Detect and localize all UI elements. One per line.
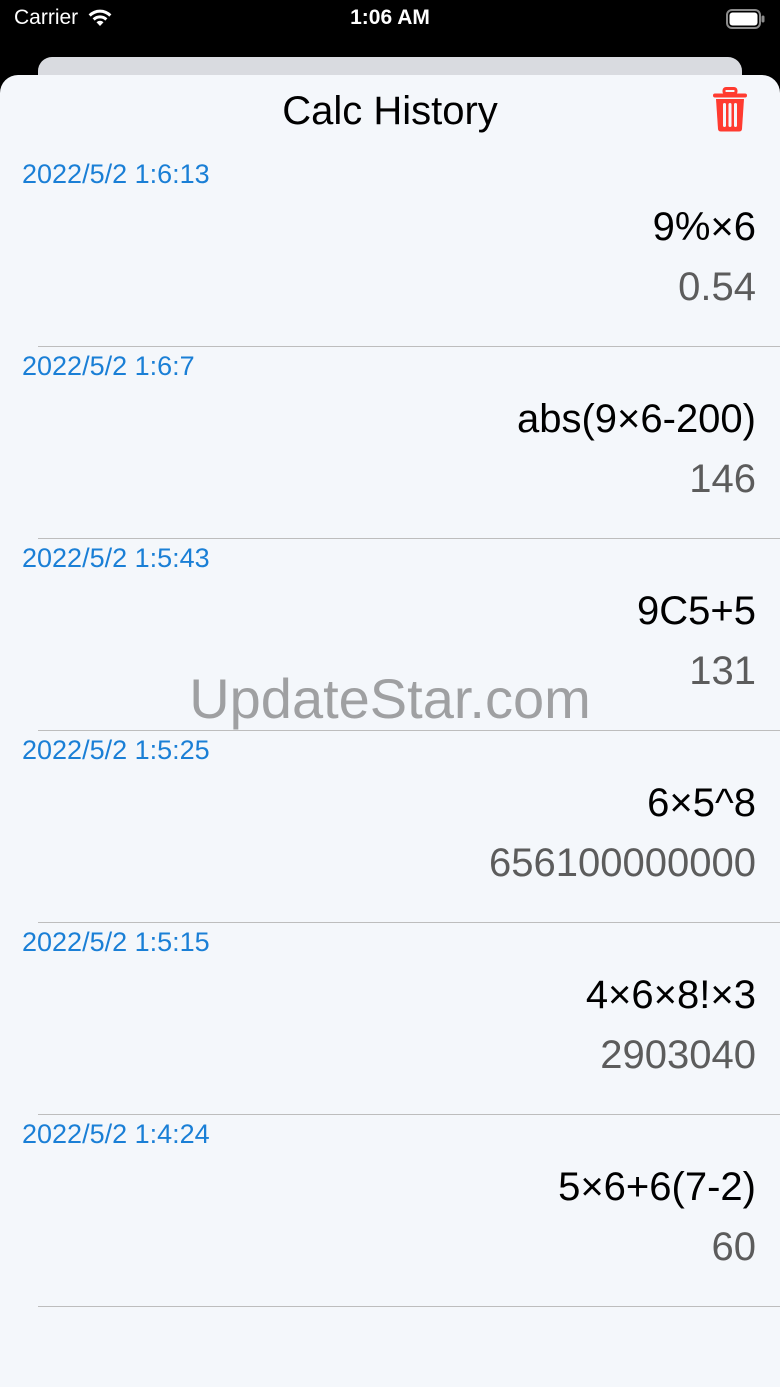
- history-result: 656100000000: [489, 841, 756, 885]
- history-sheet: Calc History 2022/5/2 1:6:13 9%×6 0.54 2…: [0, 75, 780, 1387]
- page-title: Calc History: [282, 89, 498, 133]
- status-bar: Carrier 1:06 AM: [0, 0, 780, 56]
- history-expression: abs(9×6-200): [516, 397, 756, 441]
- history-timestamp: 2022/5/2 1:6:7: [22, 351, 195, 381]
- history-result: 146: [689, 457, 756, 501]
- history-timestamp: 2022/5/2 1:4:24: [22, 1119, 210, 1149]
- delete-history-button[interactable]: [712, 87, 748, 133]
- history-expression: 9C5+5: [637, 589, 756, 633]
- history-item[interactable]: 2022/5/2 1:5:15 4×6×8!×3 2903040: [0, 923, 780, 1115]
- history-expression: 5×6+6(7-2): [558, 1165, 756, 1209]
- status-time: 1:06 AM: [350, 6, 430, 29]
- history-list: 2022/5/2 1:6:13 9%×6 0.54 2022/5/2 1:6:7…: [0, 155, 780, 1307]
- history-timestamp: 2022/5/2 1:6:13: [22, 159, 210, 189]
- history-result: 131: [689, 649, 756, 693]
- history-item[interactable]: 2022/5/2 1:6:13 9%×6 0.54: [0, 155, 780, 347]
- history-result: 0.54: [678, 265, 756, 309]
- history-timestamp: 2022/5/2 1:5:15: [22, 927, 210, 957]
- history-timestamp: 2022/5/2 1:5:43: [22, 543, 210, 573]
- history-expression: 4×6×8!×3: [585, 973, 756, 1017]
- trash-icon: [713, 87, 747, 132]
- battery-icon: [726, 9, 766, 29]
- history-result: 60: [711, 1225, 757, 1269]
- history-expression: 6×5^8: [647, 781, 756, 825]
- history-item[interactable]: 2022/5/2 1:5:25 6×5^8 656100000000: [0, 731, 780, 923]
- history-item[interactable]: 2022/5/2 1:6:7 abs(9×6-200) 146: [0, 347, 780, 539]
- divider: [38, 1306, 780, 1307]
- history-result: 2903040: [600, 1033, 756, 1077]
- history-item[interactable]: 2022/5/2 1:4:24 5×6+6(7-2) 60: [0, 1115, 780, 1307]
- history-item[interactable]: 2022/5/2 1:5:43 9C5+5 131: [0, 539, 780, 731]
- history-timestamp: 2022/5/2 1:5:25: [22, 735, 210, 765]
- sheet-header: Calc History: [0, 75, 780, 155]
- history-expression: 9%×6: [652, 205, 756, 249]
